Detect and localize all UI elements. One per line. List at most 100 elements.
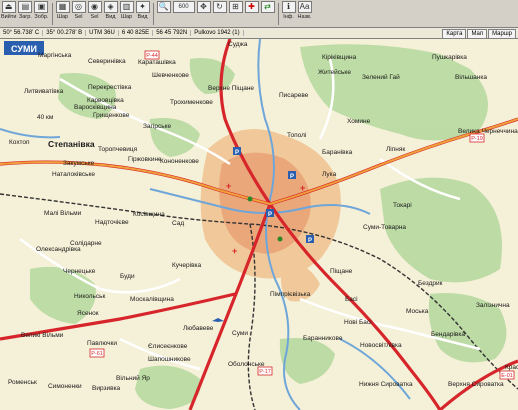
- place-label: Пімпрієвізька: [270, 290, 311, 298]
- toolbar-button-label: Sel: [90, 14, 99, 20]
- toolbar-button[interactable]: ⏏ Вийти: [1, 1, 16, 20]
- name-icon: Aa: [297, 1, 312, 13]
- toolbar-button-label: Шар: [56, 14, 69, 20]
- toolbar-button[interactable]: ✦ Вид: [135, 1, 150, 20]
- district-center-label: Степанівка: [48, 139, 95, 149]
- load-icon: ▤: [18, 1, 33, 13]
- toolbar-button[interactable]: ◎ Sel: [71, 1, 86, 20]
- place-label: Писареве: [279, 92, 309, 99]
- place-label: Зелений Гай: [362, 73, 400, 81]
- place-label: Ліпняк: [386, 145, 405, 153]
- place-label: Єлисеєнкове: [148, 343, 188, 350]
- place-label: Новосвітлівка: [360, 341, 402, 349]
- place-label: Гіржовкине: [128, 155, 162, 163]
- place-label: Любавеве: [183, 324, 214, 332]
- place-label: Северинівка: [88, 57, 126, 65]
- place-label: Верхня Сироватка: [448, 381, 504, 388]
- place-label: Кононенкове: [160, 158, 199, 165]
- datum-readout: Pulkovo 1942 (1): [191, 30, 244, 36]
- place-label: 40 км: [37, 114, 54, 121]
- place-label: Бездрик: [418, 280, 443, 287]
- place-label: Перекрестівка: [88, 83, 132, 91]
- place-label: Кохтоп: [9, 139, 30, 146]
- place-label: Павлючки: [87, 340, 117, 347]
- toolbar-button[interactable]: ℹ Інф.: [281, 1, 296, 20]
- route-shield-label: Е-01: [501, 373, 513, 379]
- place-label: Нижня Сироватка: [359, 381, 413, 388]
- zoom-level[interactable]: 600: [172, 1, 195, 13]
- toolbar-button[interactable]: ▦ Шар: [55, 1, 70, 20]
- place-label: Грищенкове: [93, 112, 130, 119]
- place-label: Косівщина: [133, 210, 165, 218]
- svg-text:P: P: [235, 150, 239, 156]
- view-icon: ◈: [103, 1, 118, 13]
- svg-text:P: P: [308, 238, 312, 244]
- info-icon: ℹ: [281, 1, 296, 13]
- grid-button[interactable]: ⊞: [228, 1, 243, 13]
- place-label: Загірське: [143, 122, 172, 130]
- place-label: Суми: [232, 330, 248, 337]
- place-label: Житейське: [318, 68, 351, 76]
- toolbar-button[interactable]: ▣ Зобр.: [34, 1, 49, 20]
- toolbar-button-label: Зобр.: [34, 14, 49, 20]
- place-label: Москалівщина: [130, 295, 174, 303]
- rotate-icon: ↻: [212, 1, 227, 13]
- place-label: Кучерівка: [172, 261, 202, 269]
- toolbar-separator: [277, 3, 279, 25]
- place-label: Бендарівка: [431, 330, 465, 338]
- status-bar: 50° 56.738' С 35° 00.278' В UTM 36U 6 40…: [0, 28, 518, 39]
- toolbar-button-label: Шар: [120, 14, 133, 20]
- place-label: Никольськ: [74, 293, 106, 300]
- hospital-icon: +: [232, 246, 237, 256]
- exit-icon: ⏏: [1, 1, 16, 13]
- zoom-in-button[interactable]: 🔍: [156, 1, 171, 13]
- map-canvas[interactable]: Р-44 Р-19 Р-61 Р-17 Е-01 P P P P + + + С…: [0, 39, 518, 410]
- place-label: Велика Чернеччина: [458, 128, 518, 135]
- marker-icon: ✚: [244, 1, 259, 13]
- latitude-readout: 50° 56.738' С: [0, 30, 44, 36]
- tab-mep[interactable]: Мап: [467, 29, 488, 39]
- tab-map[interactable]: Карта: [442, 29, 467, 39]
- place-label: Шапошникове: [148, 356, 191, 363]
- place-label: Роменськ: [8, 379, 37, 386]
- place-label: Токарі: [393, 201, 412, 209]
- toolbar-button-label: Sel: [74, 14, 83, 20]
- map-svg[interactable]: Р-44 Р-19 Р-61 Р-17 Е-01 P P P P + + + С…: [0, 39, 518, 410]
- city-badge-label: СУМИ: [11, 44, 37, 54]
- pan-icon: ✥: [196, 1, 211, 13]
- gas-station-icon: [277, 236, 283, 242]
- place-label: Суми-Товарна: [363, 224, 406, 231]
- route-shield-label: Р-61: [91, 351, 103, 357]
- toolbar-button-label: Назв.: [297, 14, 312, 20]
- place-label: Верхне Піщане: [208, 84, 254, 92]
- layer-icon: ▥: [119, 1, 134, 13]
- rotate-button[interactable]: ↻: [212, 1, 227, 13]
- place-label: Литвиватівка: [24, 87, 64, 95]
- zoom-in-icon: 🔍: [156, 1, 171, 13]
- place-label: Хомине: [347, 118, 371, 125]
- place-label: Басі: [345, 295, 358, 303]
- toolbar-button-label: Вид: [105, 14, 116, 20]
- toolbar-button[interactable]: ▥ Шар: [119, 1, 134, 20]
- place-label: Моська: [406, 308, 429, 315]
- toolbar-button[interactable]: ▤ Загр.: [18, 1, 33, 20]
- northing-readout: 56 45 792N: [153, 30, 192, 36]
- route-icon: ⇄: [260, 1, 275, 13]
- tab-route[interactable]: Маршр: [488, 29, 516, 39]
- toolbar: ⏏ Вийти ▤ Загр. ▣ Зобр. ▦ Шар ◎ Sel ◉ Sel ◈ Вид…: [0, 0, 518, 28]
- place-label: Вирзивка: [92, 385, 121, 392]
- place-label: Баранникове: [303, 335, 343, 342]
- pan-button[interactable]: ✥: [196, 1, 211, 13]
- toolbar-button[interactable]: ◉ Sel: [87, 1, 102, 20]
- hospital-icon: +: [300, 183, 305, 193]
- view-tabs: Карта Мап Маршр: [441, 29, 516, 39]
- route-button[interactable]: ⇄: [260, 1, 275, 13]
- toolbar-button[interactable]: ◈ Вид: [103, 1, 118, 20]
- toolbar-button-label: Вийти: [1, 14, 17, 20]
- grid-icon: ⊞: [228, 1, 243, 13]
- marker-button[interactable]: ✚: [244, 1, 259, 13]
- utm-zone-readout: UTM 36U: [86, 30, 119, 36]
- toolbar-button[interactable]: Aa Назв.: [297, 1, 312, 20]
- zoom-select[interactable]: 600: [172, 1, 195, 13]
- place-label: Тополі: [287, 131, 306, 139]
